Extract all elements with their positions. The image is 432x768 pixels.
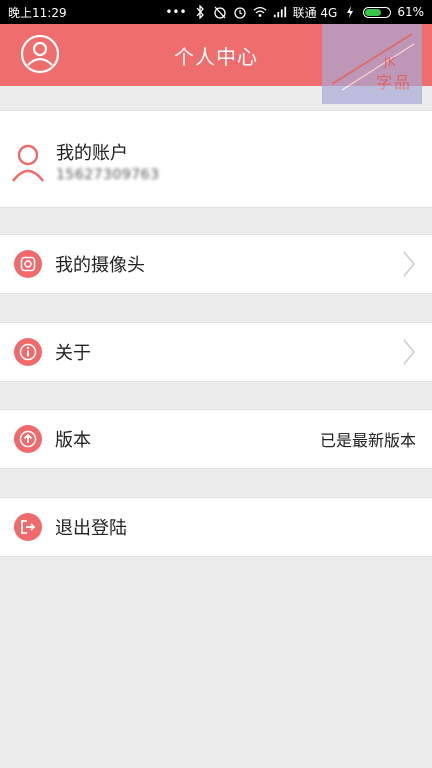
menu-item-version-label: 版本 (55, 430, 91, 451)
app-header: 个人中心 JK 字 品 (0, 24, 432, 104)
svg-text:字: 字 (376, 73, 392, 92)
info-icon (14, 338, 42, 366)
logout-icon (14, 513, 42, 541)
user-avatar-icon[interactable] (20, 34, 60, 74)
svg-text:JK: JK (383, 55, 397, 69)
account-card[interactable]: 我的账户 15627309763 (0, 110, 432, 208)
menu-item-cameras[interactable]: 我的摄像头 (0, 234, 432, 294)
wifi-icon (253, 5, 267, 19)
upload-icon (14, 425, 42, 453)
status-time: 晚上11:29 (8, 5, 67, 20)
menu-item-cameras-label: 我的摄像头 (55, 255, 145, 276)
battery-fill (365, 8, 382, 16)
alarm-icon (233, 5, 247, 19)
bluetooth-icon (193, 5, 207, 19)
chevron-right-icon (402, 250, 416, 278)
page-title: 个人中心 (174, 44, 258, 69)
account-phone: 15627309763 (56, 167, 160, 183)
status-carrier: 联通 4G (292, 5, 338, 20)
watermark-logo-icon: JK 字 品 (322, 24, 422, 104)
logout-label: 退出登陆 (55, 518, 127, 539)
menu-item-version[interactable]: 版本 已是最新版本 (0, 409, 432, 469)
logout-button[interactable]: 退出登陆 (0, 497, 432, 557)
status-bar-right: ••• 联通 4G 61% (165, 4, 424, 21)
account-name: 我的账户 (56, 143, 128, 164)
version-status: 已是最新版本 (319, 431, 416, 450)
chevron-right-icon (402, 338, 416, 366)
user-outline-icon (10, 143, 46, 182)
menu-item-about[interactable]: 关于 (0, 322, 432, 382)
status-bar: 晚上11:29 ••• 联通 4G 61% (0, 0, 432, 24)
signal-icon (273, 5, 287, 19)
charging-icon (343, 5, 357, 19)
status-bar-left: 晚上11:29 (8, 4, 67, 21)
menu-item-about-label: 关于 (55, 343, 91, 364)
svg-text:品: 品 (394, 73, 410, 92)
battery-icon (363, 6, 392, 18)
status-dots: ••• (165, 5, 187, 19)
camera-icon (14, 250, 42, 278)
status-battery-text: 61% (397, 5, 424, 19)
alarm-off-icon (213, 5, 227, 19)
